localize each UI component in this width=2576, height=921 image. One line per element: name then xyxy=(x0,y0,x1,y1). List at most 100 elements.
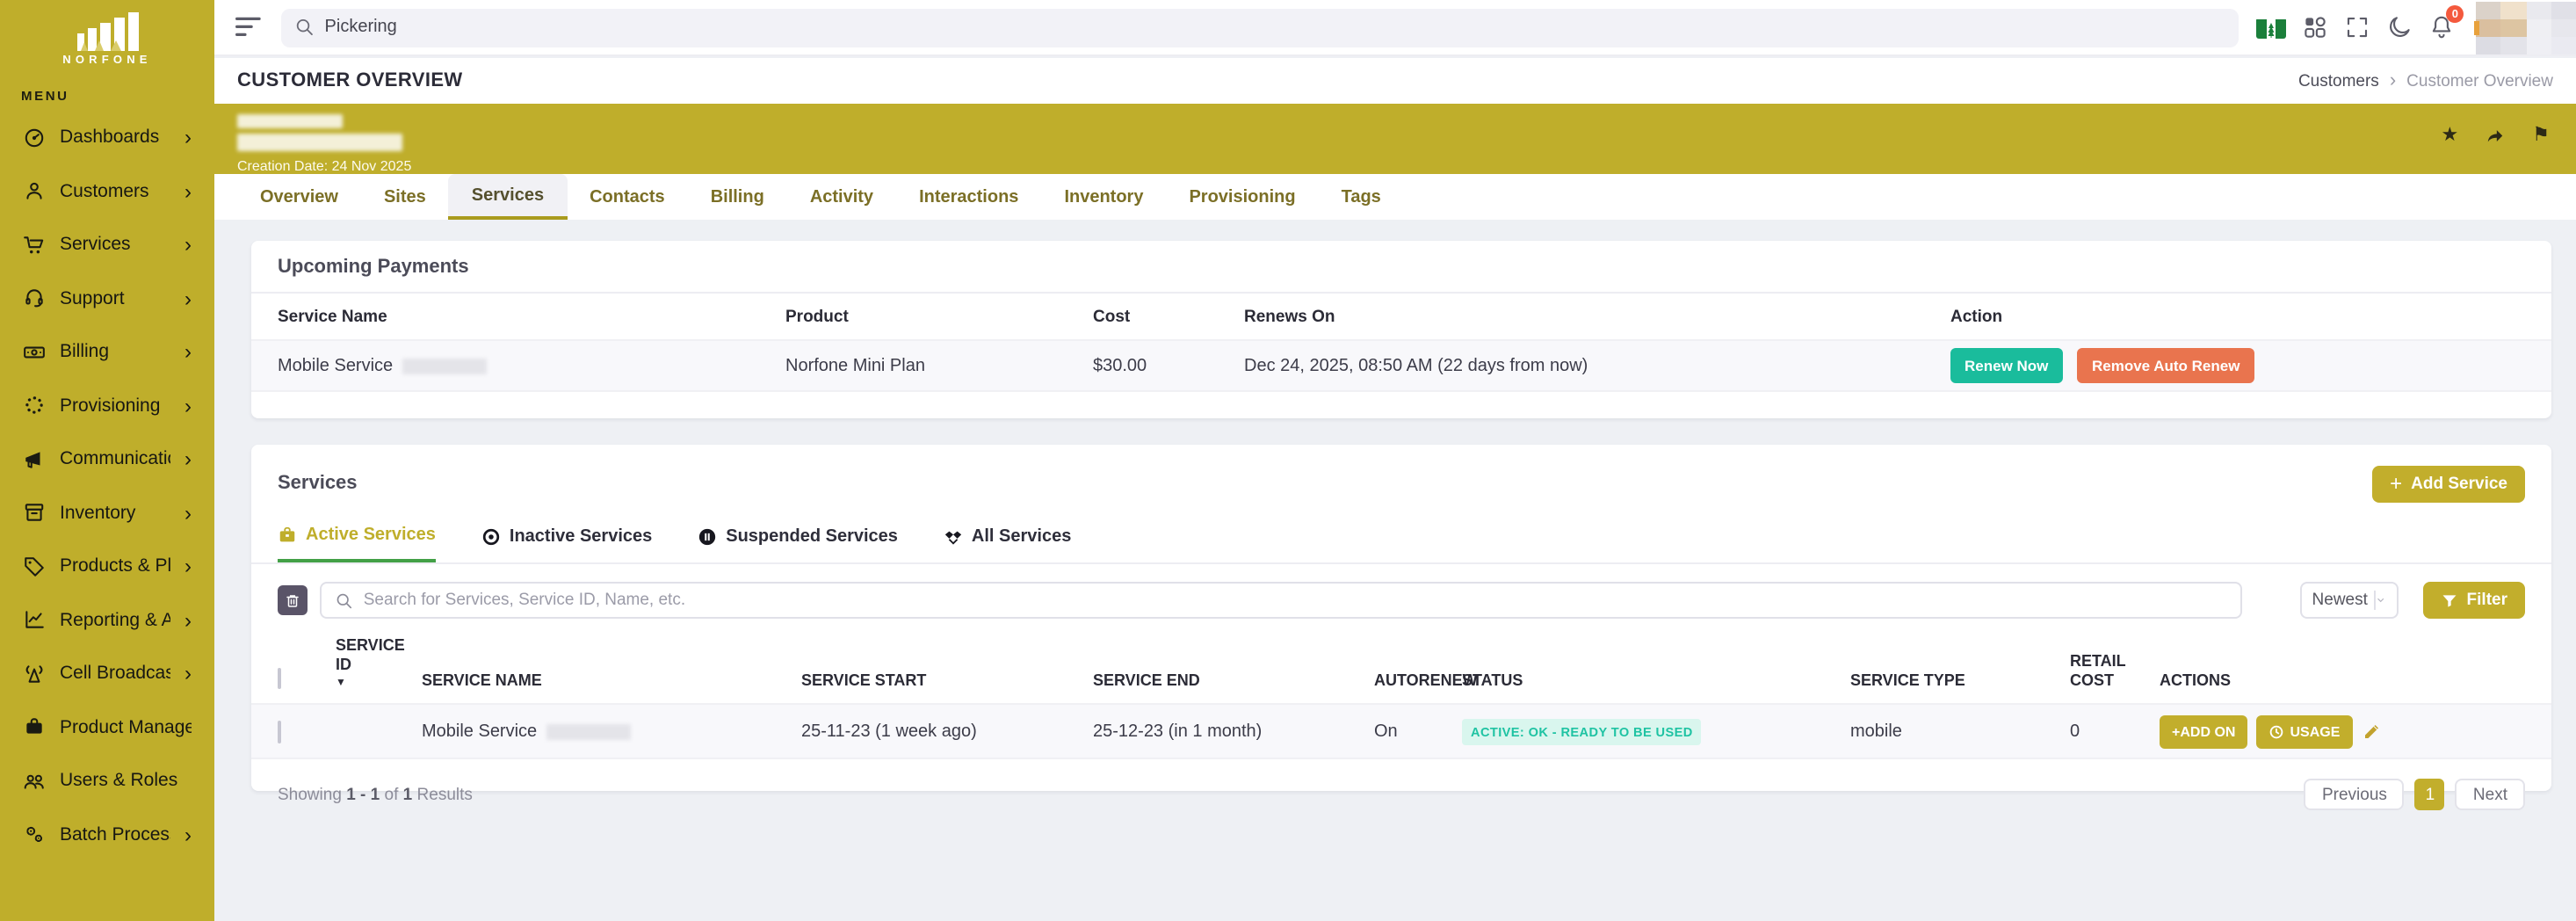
tab-overview[interactable]: Overview xyxy=(237,174,361,220)
antenna-icon xyxy=(23,663,46,685)
creation-date: Creation Date: 24 Nov 2025 xyxy=(237,158,2553,174)
tab-inactive-services[interactable]: Inactive Services xyxy=(481,526,652,562)
sidebar-item-provisioning[interactable]: Provisioning › xyxy=(0,379,214,432)
sidebar-item-product-management[interactable]: Product Management xyxy=(0,700,214,754)
tab-activity[interactable]: Activity xyxy=(787,174,896,220)
sidebar-item-users-roles[interactable]: Users & Roles xyxy=(0,754,214,808)
fullscreen-icon[interactable] xyxy=(2344,14,2370,40)
row-checkbox[interactable] xyxy=(278,720,281,743)
upcoming-payments-title: Upcoming Payments xyxy=(278,256,469,277)
bulk-delete-button[interactable] xyxy=(278,585,308,615)
chevron-right-icon: › xyxy=(185,665,192,683)
tab-sites[interactable]: Sites xyxy=(361,174,449,220)
tab-suspended-services[interactable]: Suspended Services xyxy=(698,526,898,562)
sort-value: Newest xyxy=(2312,591,2368,610)
pagination: Previous 1 Next xyxy=(2305,779,2525,810)
notifications-bell-icon[interactable]: 0 xyxy=(2428,14,2455,40)
tab-all-services[interactable]: All Services xyxy=(944,526,1071,562)
retail-cost: 0 xyxy=(2070,722,2160,741)
sidebar-item-services[interactable]: Services › xyxy=(0,218,214,272)
sidebar-item-dashboards[interactable]: Dashboards › xyxy=(0,111,214,164)
tab-inventory[interactable]: Inventory xyxy=(1041,174,1166,220)
tag-icon xyxy=(23,555,46,578)
usage-icon xyxy=(2268,723,2284,739)
chevron-right-icon: › xyxy=(185,504,192,522)
upcoming-payment-row: Mobile Service Norfone Mini Plan $30.00 … xyxy=(251,339,2551,392)
col-service-id[interactable]: SERVICE ID xyxy=(336,636,422,676)
edit-pencil-icon[interactable] xyxy=(2361,721,2382,742)
col-service-name: SERVICE NAME xyxy=(422,671,801,692)
tab-services[interactable]: Services xyxy=(449,174,567,220)
brand-logo[interactable]: NORFONE xyxy=(0,0,214,70)
sidebar-item-customers[interactable]: Customers › xyxy=(0,164,214,218)
page-header: CUSTOMER OVERVIEW Customers › Customer O… xyxy=(214,58,2576,104)
chart-icon xyxy=(23,609,46,632)
global-search-input[interactable] xyxy=(325,18,2225,37)
users-icon xyxy=(23,770,46,793)
apps-grid-icon[interactable] xyxy=(2302,14,2328,40)
megaphone-icon xyxy=(23,448,46,471)
sort-desc-icon[interactable]: ▼ xyxy=(336,678,422,691)
sidebar-item-billing[interactable]: Billing › xyxy=(0,325,214,379)
col-autorenew: AUTORENEW xyxy=(1374,671,1462,692)
sidebar-item-reporting-analytics[interactable]: Reporting & Analytics › xyxy=(0,593,214,647)
sidebar-item-support[interactable]: Support › xyxy=(0,272,214,325)
services-toolbar: Newest Filter xyxy=(278,582,2525,619)
chevron-right-icon: › xyxy=(185,612,192,629)
col-product: Product xyxy=(785,307,1093,326)
col-action: Action xyxy=(1950,307,2525,326)
sidebar-item-cell-broadcast[interactable]: Cell Broadcast › xyxy=(0,647,214,700)
next-page-button[interactable]: Next xyxy=(2456,779,2525,810)
page-1-button[interactable]: 1 xyxy=(2415,779,2445,810)
dark-mode-moon-icon[interactable] xyxy=(2386,14,2413,40)
previous-page-button[interactable]: Previous xyxy=(2305,779,2405,810)
suspended-services-icon xyxy=(698,527,717,547)
tab-interactions[interactable]: Interactions xyxy=(896,174,1041,220)
remove-auto-renew-button[interactable]: Remove Auto Renew xyxy=(2078,348,2254,383)
breadcrumb-customers[interactable]: Customers xyxy=(2298,71,2379,91)
redacted-customer-name-line2 xyxy=(237,134,402,151)
col-cost: Cost xyxy=(1093,307,1244,326)
service-start: 25-11-23 (1 week ago) xyxy=(801,722,1093,741)
main-content: Upcoming Payments Service Name Product C… xyxy=(214,220,2576,921)
tab-contacts[interactable]: Contacts xyxy=(567,174,688,220)
user-avatar[interactable] xyxy=(2476,1,2576,54)
sidebar-item-communications[interactable]: Communications › xyxy=(0,432,214,486)
notification-count-badge: 0 xyxy=(2446,5,2464,23)
sidebar: NORFONE MENU Dashboards › Customers › Se… xyxy=(0,0,214,921)
breadcrumb-chevron-icon: › xyxy=(2390,70,2396,91)
language-flag-icon[interactable] xyxy=(2257,17,2287,38)
share-icon[interactable] xyxy=(2485,127,2506,146)
services-search-input[interactable] xyxy=(364,591,2226,610)
tab-provisioning[interactable]: Provisioning xyxy=(1166,174,1318,220)
customer-tabs: Overview Sites Services Contacts Billing… xyxy=(214,174,2576,220)
services-card: Services + Add Service Active Services I… xyxy=(251,445,2551,791)
global-search[interactable] xyxy=(281,8,2240,47)
tab-billing[interactable]: Billing xyxy=(688,174,787,220)
sort-dropdown[interactable]: Newest xyxy=(2300,582,2399,619)
chevron-right-icon: › xyxy=(185,558,192,576)
results-summary: Showing 1 - 1 of 1 Results xyxy=(278,785,473,804)
avatar-accent-pixel xyxy=(2474,20,2478,34)
favorite-star-icon[interactable]: ★ xyxy=(2442,127,2459,146)
usage-button[interactable]: USAGE xyxy=(2256,714,2352,748)
trash-icon xyxy=(285,591,300,609)
sidebar-item-inventory[interactable]: Inventory › xyxy=(0,486,214,540)
service-table-row: Mobile Service 25-11-23 (1 week ago) 25-… xyxy=(251,703,2551,759)
select-all-checkbox[interactable] xyxy=(278,668,281,689)
hamburger-menu-icon[interactable] xyxy=(235,16,267,38)
flag-report-icon[interactable]: ⚑ xyxy=(2532,127,2550,146)
upcoming-payments-card: Upcoming Payments Service Name Product C… xyxy=(251,241,2551,418)
add-service-button[interactable]: + Add Service xyxy=(2372,465,2525,502)
add-on-button[interactable]: +ADD ON xyxy=(2160,714,2247,748)
filter-button[interactable]: Filter xyxy=(2423,582,2525,619)
tab-tags[interactable]: Tags xyxy=(1319,174,1404,220)
norfolk-flag-icon xyxy=(2257,18,2287,38)
tab-active-services[interactable]: Active Services xyxy=(278,526,436,562)
plus-icon: + xyxy=(2390,475,2402,492)
renew-now-button[interactable]: Renew Now xyxy=(1950,348,2062,383)
sidebar-item-products-plans[interactable]: Products & Plans › xyxy=(0,540,214,593)
sidebar-item-batch-processes[interactable]: Batch Processes › xyxy=(0,808,214,861)
services-search[interactable] xyxy=(320,582,2242,619)
col-service-name: Service Name xyxy=(278,307,785,326)
